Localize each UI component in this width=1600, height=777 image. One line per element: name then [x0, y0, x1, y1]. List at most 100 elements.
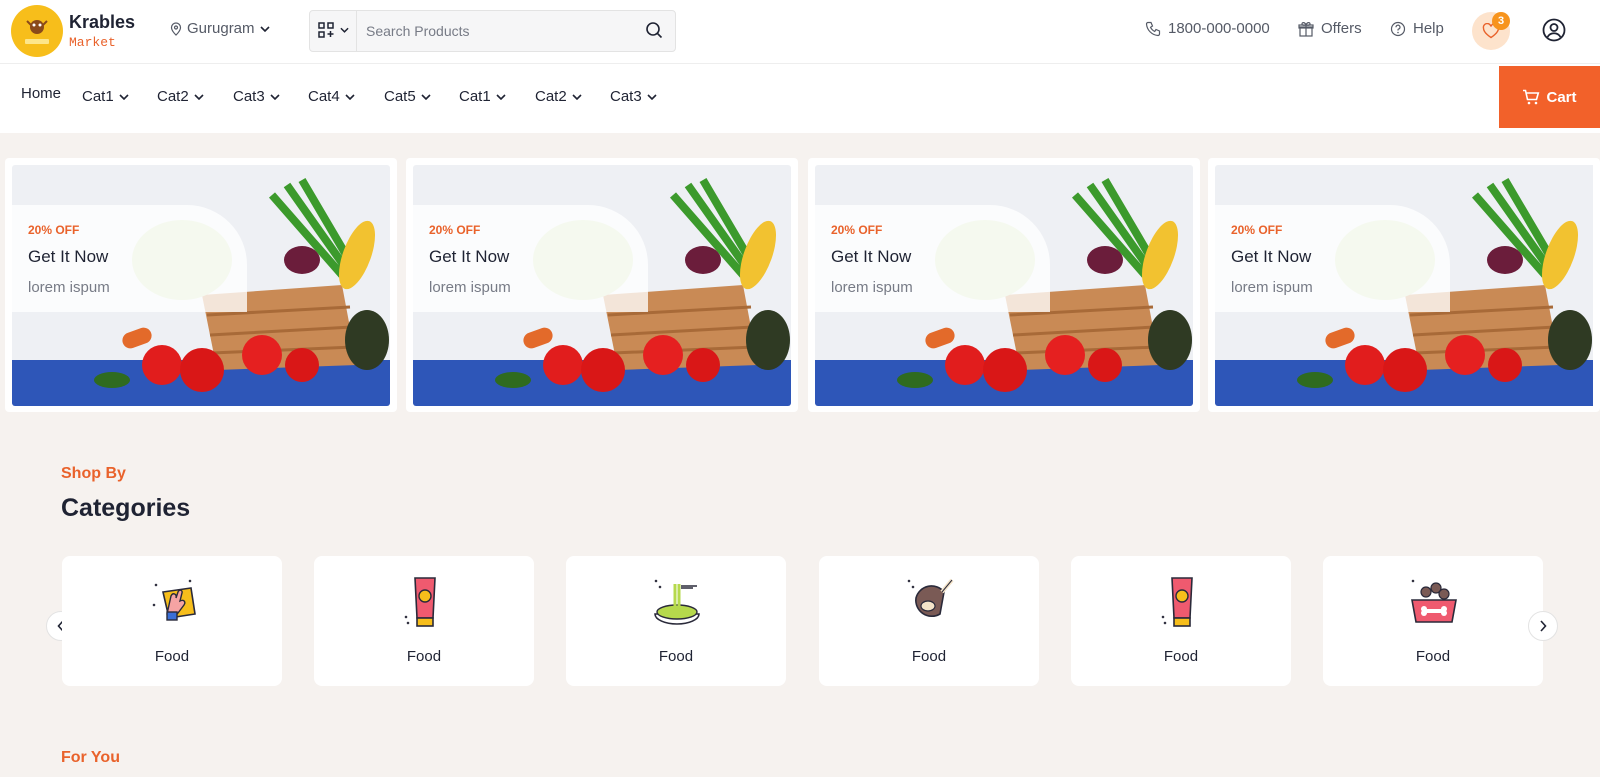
nav-cat2-repeat[interactable]: Cat2 — [535, 88, 582, 105]
search-input[interactable] — [366, 17, 636, 45]
chevron-down-icon — [259, 25, 270, 32]
help-link[interactable]: Help — [1390, 20, 1444, 37]
banner-title: Get It Now — [28, 247, 109, 266]
banner-title: Get It Now — [429, 247, 510, 266]
location-label: Gurugram — [187, 20, 255, 37]
nav-label: Cat3 — [610, 88, 642, 105]
promo-banner[interactable]: 20% OFF Get It Now lorem ispum — [406, 158, 798, 412]
category-label: Food — [406, 648, 442, 665]
nav-label: Cat1 — [82, 88, 114, 105]
category-card[interactable]: Food — [1071, 556, 1291, 686]
nav-cat3-repeat[interactable]: Cat3 — [610, 88, 657, 105]
phone-link[interactable]: 1800-000-0000 — [1145, 20, 1270, 37]
carousel-next-button[interactable] — [1528, 611, 1558, 641]
nav-label: Home — [21, 85, 62, 102]
cart-label: Cart — [1546, 88, 1577, 106]
nav-label: Cat5 — [384, 88, 416, 105]
noodles-icon — [654, 579, 700, 625]
banner-discount: 20% OFF — [429, 223, 481, 237]
category-card[interactable]: Food — [819, 556, 1039, 686]
chevron-down-icon — [345, 93, 355, 100]
gift-icon — [1298, 21, 1314, 37]
vegetable-basket-image: 20% OFF Get It Now lorem ispum — [1215, 165, 1600, 406]
wishlist-count-badge: 3 — [1492, 12, 1510, 30]
chevron-down-icon — [194, 93, 204, 100]
brand-name: Krables — [69, 12, 136, 32]
category-navbar: Home Cat1 Cat2 Cat3 Cat4 Cat5 Cat1 Cat2 … — [0, 64, 1600, 133]
header-bar: Krables Market Gurugram 1800-000-0000 Of… — [0, 0, 1600, 64]
shopping-cart-icon — [1523, 89, 1540, 105]
help-label: Help — [1413, 20, 1444, 37]
chevron-down-icon — [340, 27, 349, 33]
nav-label: Cat3 — [233, 88, 265, 105]
category-filter-button[interactable] — [318, 22, 349, 38]
nav-cat1[interactable]: Cat1 — [82, 88, 129, 105]
category-card[interactable]: Food — [62, 556, 282, 686]
category-card[interactable]: Food — [314, 556, 534, 686]
vegetable-basket-image: 20% OFF Get It Now lorem ispum — [815, 165, 1193, 406]
chevron-down-icon — [647, 93, 657, 100]
map-pin-icon — [170, 21, 182, 36]
phone-number: 1800-000-0000 — [1168, 20, 1270, 37]
chevron-down-icon — [496, 93, 506, 100]
nav-label: Cat4 — [308, 88, 340, 105]
meat-icon — [907, 578, 954, 617]
category-card[interactable]: Food — [1323, 556, 1543, 686]
lotion-tube-icon — [1161, 577, 1193, 627]
nav-cat1-repeat[interactable]: Cat1 — [459, 88, 506, 105]
cart-button[interactable]: Cart — [1499, 66, 1600, 128]
banner-subtitle: lorem ispum — [1231, 279, 1313, 296]
chevron-down-icon — [421, 93, 431, 100]
nav-cat5[interactable]: Cat5 — [384, 88, 431, 105]
pet-food-icon — [1411, 579, 1457, 623]
banner-subtitle: lorem ispum — [429, 279, 511, 296]
category-label: Food — [1415, 648, 1451, 665]
chevron-down-icon — [270, 93, 280, 100]
chevron-down-icon — [119, 93, 129, 100]
brand-logo[interactable] — [11, 5, 63, 57]
vegetable-basket-image: 20% OFF Get It Now lorem ispum — [413, 165, 791, 406]
nav-cat2[interactable]: Cat2 — [157, 88, 204, 105]
chevron-down-icon — [572, 93, 582, 100]
banner-title: Get It Now — [1231, 247, 1312, 266]
promo-banner[interactable]: 20% OFF Get It Now lorem ispum — [808, 158, 1200, 412]
chevron-right-icon — [1540, 620, 1547, 632]
user-circle-icon — [1542, 18, 1566, 42]
category-label: Food — [911, 648, 947, 665]
banner-discount: 20% OFF — [1231, 223, 1283, 237]
section-heading: Categories — [61, 494, 191, 522]
location-selector[interactable]: Gurugram — [170, 20, 270, 37]
banner-discount: 20% OFF — [28, 223, 80, 237]
crab-logo-icon — [25, 20, 49, 44]
banner-subtitle: lorem ispum — [28, 279, 110, 296]
offers-link[interactable]: Offers — [1298, 20, 1362, 37]
category-card[interactable]: Food — [566, 556, 786, 686]
banner-subtitle: lorem ispum — [831, 279, 913, 296]
offers-label: Offers — [1321, 20, 1362, 37]
search-bar — [309, 10, 676, 52]
brand-subtitle: Market — [69, 35, 116, 50]
for-you-heading: For You — [61, 749, 120, 766]
cleaning-cloth-icon — [152, 579, 196, 621]
nav-cat3[interactable]: Cat3 — [233, 88, 280, 105]
lotion-tube-icon — [404, 577, 436, 627]
help-icon — [1390, 21, 1406, 36]
promo-banner[interactable]: 20% OFF Get It Now lorem ispum — [5, 158, 397, 412]
nav-label: Cat1 — [459, 88, 491, 105]
search-icon[interactable] — [645, 21, 663, 39]
promo-banner[interactable]: 20% OFF Get It Now lorem ispum — [1208, 158, 1600, 412]
search-divider — [356, 11, 357, 51]
banner-discount: 20% OFF — [831, 223, 883, 237]
nav-label: Cat2 — [535, 88, 567, 105]
category-label: Food — [658, 648, 694, 665]
nav-home[interactable]: Home — [21, 85, 61, 102]
grid-add-icon — [318, 22, 334, 38]
category-label: Food — [154, 648, 190, 665]
banner-title: Get It Now — [831, 247, 912, 266]
vegetable-basket-image: 20% OFF Get It Now lorem ispum — [12, 165, 390, 406]
nav-cat4[interactable]: Cat4 — [308, 88, 355, 105]
account-button[interactable] — [1542, 18, 1566, 47]
section-eyebrow: Shop By — [61, 465, 126, 482]
phone-icon — [1145, 21, 1161, 36]
nav-label: Cat2 — [157, 88, 189, 105]
